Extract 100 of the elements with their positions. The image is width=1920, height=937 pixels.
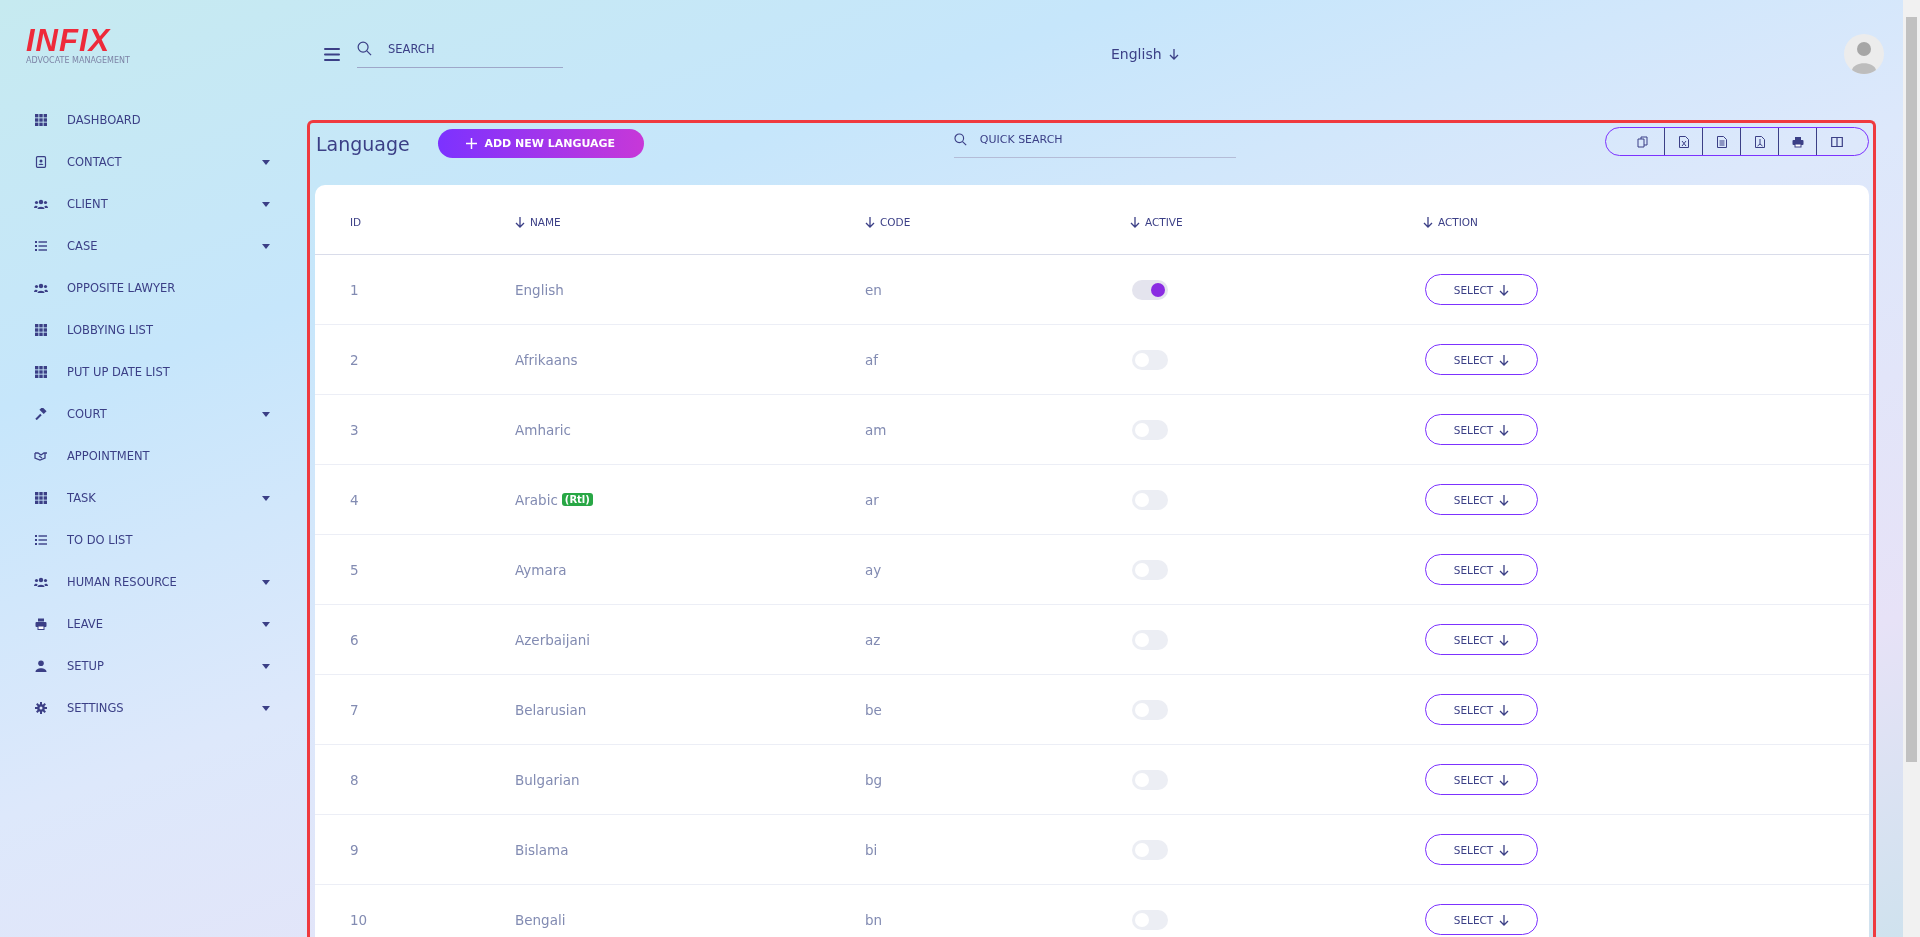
table-cell: 2 bbox=[350, 351, 359, 368]
down-arrow-icon bbox=[1499, 843, 1510, 856]
table-cell: 10 bbox=[350, 911, 368, 928]
language-name: Bengali bbox=[515, 911, 566, 928]
active-toggle[interactable] bbox=[1132, 279, 1168, 300]
columns-icon bbox=[1830, 135, 1843, 148]
page-title: Language bbox=[316, 133, 410, 155]
language-name: Azerbaijani bbox=[515, 631, 591, 648]
column-header[interactable]: ACTIVE bbox=[1130, 215, 1183, 228]
sidebar-item[interactable]: SETUP bbox=[26, 645, 270, 687]
table-cell: be bbox=[865, 701, 882, 718]
select-button[interactable]: SELECT bbox=[1425, 624, 1538, 655]
down-arrow-icon bbox=[1499, 283, 1510, 296]
handshake-icon bbox=[34, 451, 48, 461]
list-icon bbox=[34, 535, 48, 545]
select-button[interactable]: SELECT bbox=[1425, 414, 1538, 445]
language-name: Belarusian bbox=[515, 701, 587, 718]
sidebar-item[interactable]: SETTINGS bbox=[26, 687, 270, 729]
printer-icon bbox=[1791, 135, 1804, 148]
menu-icon[interactable] bbox=[324, 47, 340, 61]
table-cell: bg bbox=[865, 771, 883, 788]
down-arrow-icon bbox=[1499, 913, 1510, 926]
table-cell: 8 bbox=[350, 771, 359, 788]
language-name: Afrikaans bbox=[515, 351, 578, 368]
language-name: Amharic bbox=[515, 421, 571, 438]
users-icon bbox=[34, 199, 48, 209]
language-name: Arabic bbox=[515, 491, 558, 508]
sidebar-item[interactable]: APPOINTMENT bbox=[26, 435, 270, 477]
rtl-tag: (Rtl) bbox=[561, 493, 593, 506]
sidebar-item[interactable]: DASHBOARD bbox=[26, 99, 270, 141]
language-name: Bislama bbox=[515, 841, 569, 858]
select-button[interactable]: SELECT bbox=[1425, 484, 1538, 515]
select-button[interactable]: SELECT bbox=[1425, 274, 1538, 305]
search-field[interactable]: SEARCH bbox=[386, 40, 540, 57]
down-arrow-icon bbox=[1499, 423, 1510, 436]
table-cell: 4 bbox=[350, 491, 359, 508]
quick-search-field[interactable]: QUICK SEARCH bbox=[977, 132, 1132, 147]
column-header[interactable]: CODE bbox=[865, 215, 911, 228]
column-header[interactable]: ID bbox=[350, 215, 362, 228]
down-arrow-icon bbox=[1499, 773, 1510, 786]
settings-icon bbox=[34, 702, 48, 714]
select-button[interactable]: SELECT bbox=[1425, 764, 1538, 795]
text-file-icon bbox=[1716, 135, 1727, 148]
table-cell: am bbox=[865, 421, 887, 438]
down-arrow-icon bbox=[1499, 353, 1510, 366]
table-cell: ar bbox=[865, 491, 879, 508]
sidebar-item[interactable]: TASK bbox=[26, 477, 270, 519]
table-cell: af bbox=[865, 351, 879, 368]
sidebar-item[interactable]: LOBBYING LIST bbox=[26, 309, 270, 351]
table-cell: 1 bbox=[350, 281, 359, 298]
table-cell: bi bbox=[865, 841, 878, 858]
sidebar-item[interactable]: TO DO LIST bbox=[26, 519, 270, 561]
table-cell: 5 bbox=[350, 561, 359, 578]
sidebar-item[interactable]: CLIENT bbox=[26, 183, 270, 225]
sidebar-item[interactable]: CONTACT bbox=[26, 141, 270, 183]
table-cell: ay bbox=[865, 561, 882, 578]
search-icon bbox=[357, 41, 372, 56]
grid-icon bbox=[34, 324, 48, 336]
copy-icon bbox=[1637, 135, 1649, 148]
avatar-silhouette[interactable] bbox=[1844, 34, 1884, 74]
down-arrow-icon bbox=[1499, 493, 1510, 506]
sidebar-item[interactable]: CASE bbox=[26, 225, 270, 267]
search-icon bbox=[953, 133, 967, 146]
language-dropdown[interactable]: English bbox=[1111, 46, 1179, 62]
select-button[interactable]: SELECT bbox=[1425, 554, 1538, 585]
down-arrow-icon bbox=[1499, 703, 1510, 716]
gavel-icon bbox=[34, 408, 48, 420]
sidebar-item[interactable]: OPPOSITE LAWYER bbox=[26, 267, 270, 309]
select-button[interactable]: SELECT bbox=[1425, 904, 1538, 935]
table-cell: 6 bbox=[350, 631, 359, 648]
down-arrow-icon bbox=[1499, 563, 1510, 576]
sidebar-item[interactable]: COURT bbox=[26, 393, 270, 435]
grid-icon bbox=[34, 492, 48, 504]
users-icon bbox=[34, 283, 48, 293]
scrollbar[interactable] bbox=[1903, 0, 1920, 937]
down-arrow-icon bbox=[1499, 633, 1510, 646]
select-button[interactable]: SELECT bbox=[1425, 834, 1538, 865]
list-icon bbox=[34, 241, 48, 251]
sidebar-item[interactable]: HUMAN RESOURCE bbox=[26, 561, 270, 603]
select-button[interactable]: SELECT bbox=[1425, 344, 1538, 375]
language-name: Aymara bbox=[515, 561, 567, 578]
sidebar-item[interactable]: LEAVE bbox=[26, 603, 270, 645]
pdf-file-icon bbox=[1754, 135, 1765, 148]
column-header[interactable]: NAME bbox=[515, 215, 561, 228]
printer-icon bbox=[34, 618, 48, 630]
table-cell: 9 bbox=[350, 841, 359, 858]
table-cell: 7 bbox=[350, 701, 359, 718]
table-cell: az bbox=[865, 631, 881, 648]
sidebar-item[interactable]: PUT UP DATE LIST bbox=[26, 351, 270, 393]
plus-icon bbox=[466, 138, 478, 149]
grid-icon bbox=[34, 366, 48, 378]
person-icon bbox=[34, 660, 48, 672]
language-name: Bulgarian bbox=[515, 771, 580, 788]
table-cell: en bbox=[865, 281, 882, 298]
column-header[interactable]: ACTION bbox=[1423, 215, 1478, 228]
excel-file-icon bbox=[1678, 135, 1689, 148]
down-arrow-icon bbox=[1168, 48, 1179, 60]
select-button[interactable]: SELECT bbox=[1425, 694, 1538, 725]
add-language-button[interactable]: ADD NEW LANGUAGE bbox=[437, 129, 644, 158]
users-icon bbox=[34, 577, 48, 587]
